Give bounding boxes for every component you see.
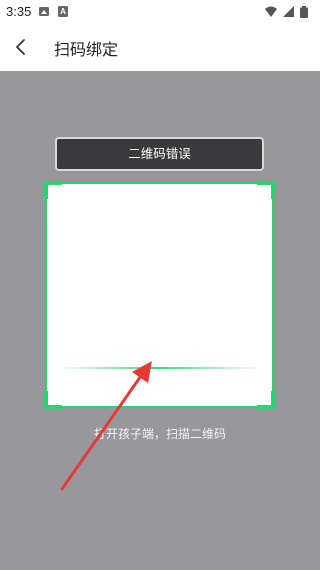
wifi-icon	[265, 6, 277, 17]
image-icon	[39, 7, 49, 16]
frame-corner-top-left	[44, 181, 62, 199]
scan-bind-screen: 3:35 A 扫码绑定 二维码错误 打开孩子端，扫描二维码	[0, 0, 320, 570]
status-system-icons	[265, 6, 308, 18]
scan-frame	[44, 181, 275, 409]
page-title: 扫码绑定	[54, 40, 119, 59]
frame-corner-top-right	[257, 181, 275, 199]
frame-corner-bottom-left	[44, 391, 62, 409]
status-right-icons	[264, 5, 314, 19]
back-button[interactable]	[6, 32, 36, 62]
scan-line	[57, 367, 262, 369]
a-icon: A	[58, 6, 68, 17]
error-banner: 二维码错误	[55, 137, 264, 171]
battery-icon	[300, 6, 308, 18]
scan-hint: 打开孩子端，扫描二维码	[93, 427, 226, 441]
status-bar: 3:35 A	[0, 0, 320, 24]
app-bar: 扫码绑定	[0, 24, 320, 71]
signal-icon	[283, 6, 294, 17]
chevron-left-icon	[16, 39, 25, 55]
status-time: 3:35	[6, 4, 32, 19]
frame-corner-bottom-right	[257, 391, 275, 409]
